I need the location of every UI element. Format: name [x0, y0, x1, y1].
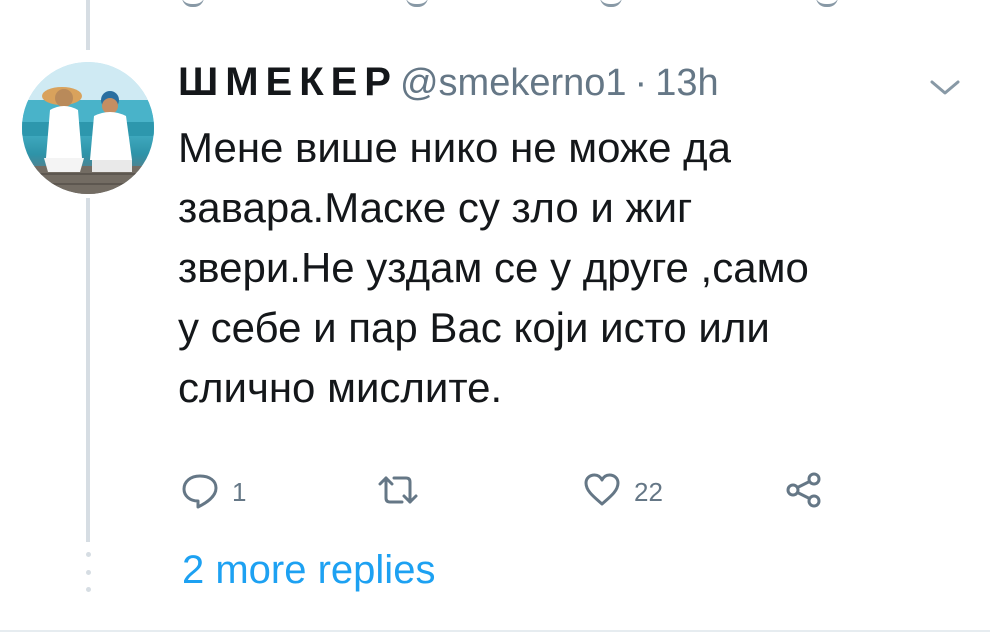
- tweet-text-line: слично мислите.: [178, 364, 503, 411]
- reply-icon-fragment: [182, 0, 204, 7]
- like-button[interactable]: 22: [582, 468, 663, 516]
- retweet-icon: [376, 470, 420, 515]
- share-icon: [784, 470, 824, 515]
- thread-connector-line: [86, 0, 90, 50]
- chevron-down-icon[interactable]: [928, 78, 962, 98]
- heart-icon-fragment: [600, 0, 622, 7]
- avatar[interactable]: [22, 62, 154, 194]
- retweet-icon-fragment: [406, 0, 428, 7]
- tweet-thread-view: ШМЕКЕР @smekerno1 · 13h Мене више нико н…: [0, 0, 990, 640]
- tweet-text-line: Мене више нико не може да: [178, 124, 732, 171]
- tweet-action-bar: 1 22: [178, 468, 898, 516]
- tweet-header: ШМЕКЕР @smekerno1 · 13h: [178, 60, 719, 112]
- reply-count: 1: [232, 476, 247, 507]
- reply-icon: [180, 470, 220, 515]
- share-icon-fragment: [816, 0, 838, 7]
- avatar-image: [22, 62, 154, 194]
- reply-button[interactable]: 1: [180, 468, 246, 516]
- tweet-text: Мене више нико не може да завара.Маске с…: [178, 118, 958, 418]
- previous-tweet-actions-fragment: [180, 0, 860, 7]
- user-handle[interactable]: @smekerno1: [400, 62, 627, 105]
- tweet-divider: [0, 630, 990, 632]
- display-name[interactable]: ШМЕКЕР: [178, 60, 398, 105]
- heart-icon: [582, 470, 622, 515]
- more-replies-link[interactable]: 2 more replies: [182, 548, 435, 593]
- tweet-text-line: у себе и пар Вас који исто или: [178, 304, 770, 351]
- tweet-text-line: звери.Не уздам се у друге ,само: [178, 244, 809, 291]
- share-button[interactable]: [784, 468, 824, 516]
- retweet-button[interactable]: [376, 468, 432, 516]
- like-count: 22: [634, 476, 663, 507]
- thread-ellipsis-dots: [85, 552, 91, 592]
- thread-connector-line: [86, 198, 90, 542]
- tweet-timestamp[interactable]: 13h: [655, 62, 718, 105]
- tweet-text-line: завара.Маске су зло и жиг: [178, 184, 693, 231]
- header-separator: ·: [634, 62, 648, 104]
